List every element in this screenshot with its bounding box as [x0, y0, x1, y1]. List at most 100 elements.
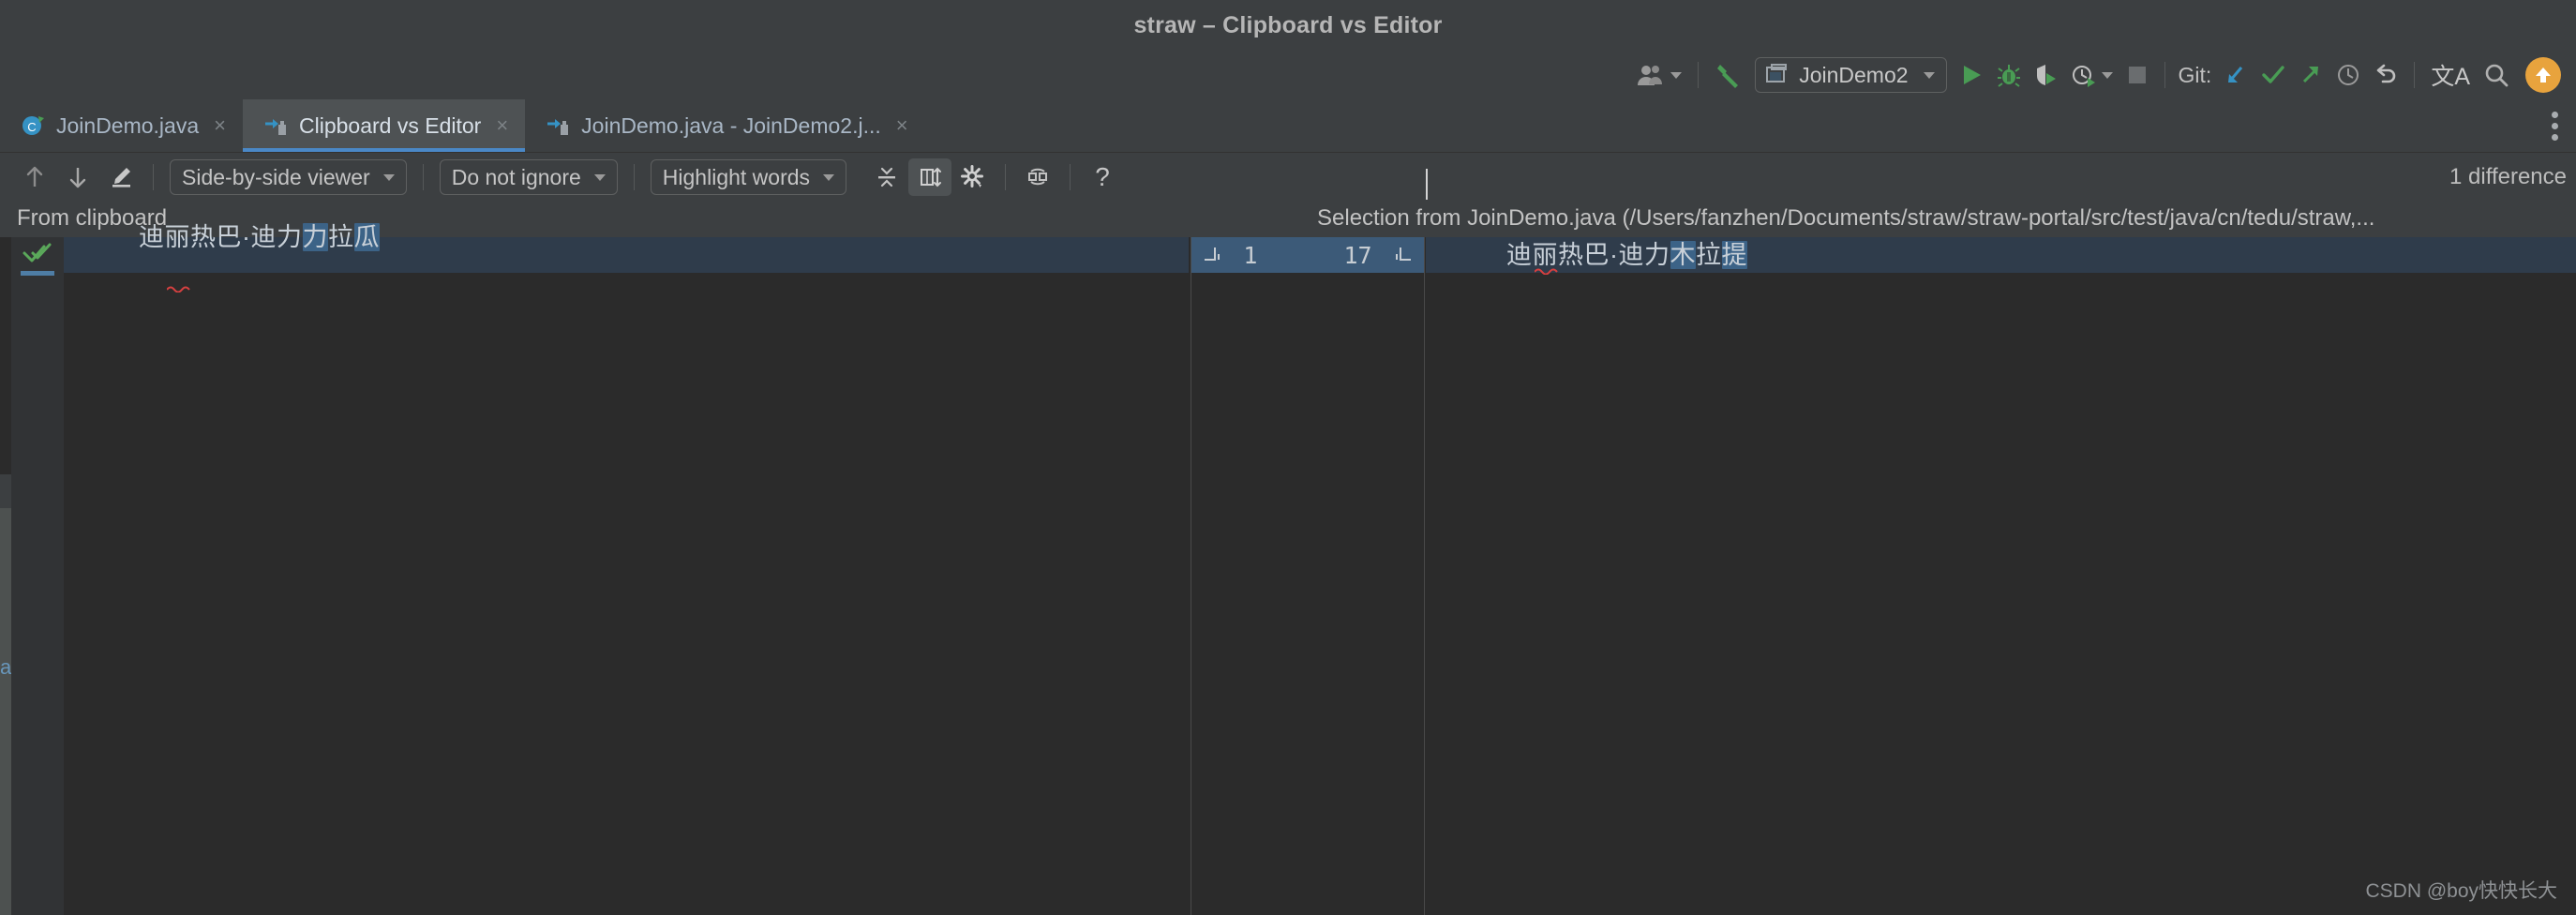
build-hammer-icon: [1715, 61, 1743, 89]
svg-text:C: C: [27, 120, 36, 134]
left-change-marker-gutter: [11, 237, 64, 915]
build-button[interactable]: [1708, 56, 1749, 94]
tab-options-menu-button[interactable]: [2533, 99, 2576, 152]
pane-headers: From clipboard Selection from JoinDemo.j…: [0, 202, 2576, 237]
translate-icon: 文A: [2431, 64, 2470, 90]
run-with-coverage-button[interactable]: [2028, 56, 2065, 94]
java-class-icon: C: [21, 113, 45, 138]
main-toolbar: JoinDemo2 Git: 文A: [0, 51, 2576, 99]
diff-settings-button[interactable]: [951, 158, 995, 196]
chevron-down-icon: [2101, 71, 2113, 79]
close-icon[interactable]: ×: [496, 115, 508, 136]
collapse-unchanged-fragments-button[interactable]: [865, 158, 908, 196]
arrow-up-icon: [23, 165, 46, 189]
ignore-policy-selector[interactable]: Do not ignore: [439, 159, 618, 195]
spellcheck-squiggle-icon: [1535, 196, 1558, 275]
tab-label: JoinDemo.java: [56, 112, 200, 138]
close-icon[interactable]: ×: [896, 115, 908, 136]
diff-icon: [263, 113, 288, 138]
diff-icon: [546, 113, 570, 138]
right-line-number: 17: [1343, 241, 1372, 269]
stop-icon: [2126, 64, 2149, 86]
highlight-policy-selector[interactable]: Highlight words: [650, 159, 847, 195]
git-update-project-button[interactable]: [2217, 56, 2254, 94]
previous-difference-button[interactable]: [13, 158, 56, 196]
spellcheck-squiggle-icon: [167, 214, 190, 292]
git-rollback-icon: [2374, 63, 2398, 87]
more-vertical-icon: [2551, 122, 2558, 129]
editor-tab-bar: C JoinDemo.java × Clipboard vs Editor ×: [0, 99, 2576, 153]
right-diff-pane[interactable]: 迪丽热巴·迪力木拉提: [1426, 169, 2576, 915]
text-caret: [1426, 169, 1428, 200]
left-diff-pane[interactable]: 迪丽热巴·迪力力拉瓜: [11, 223, 1189, 915]
chevron-down-icon: [1670, 71, 1683, 79]
tab-joindemo-java[interactable]: C JoinDemo.java ×: [0, 99, 243, 152]
gear-icon: [961, 165, 985, 189]
toolbar-divider-2: [2164, 62, 2165, 88]
left-line-text: 迪丽热巴·迪力力拉瓜: [64, 184, 381, 326]
profiler-button[interactable]: [2065, 56, 2119, 94]
git-label: Git:: [2178, 62, 2212, 87]
title-bar: straw – Clipboard vs Editor: [0, 0, 2576, 51]
ide-window: straw – Clipboard vs Editor JoinDemo2 Gi…: [0, 0, 2576, 915]
diff-toolbar: Side-by-side viewer Do not ignore Highli…: [0, 153, 2576, 202]
tab-joindemo-java-joindemo2[interactable]: JoinDemo.java - JoinDemo2.j... ×: [525, 99, 924, 152]
left-seg-3: 瓜: [353, 223, 381, 251]
right-seg-3: 提: [1721, 241, 1748, 269]
gutter-change-row[interactable]: 1 17: [1191, 237, 1424, 273]
difference-count-label: 1 difference: [2449, 164, 2567, 189]
watermark-label: CSDN @boy快快长大: [2365, 880, 2557, 902]
diff-range-start-icon: [1202, 245, 1226, 265]
user-group-icon: [1637, 63, 1665, 87]
user-group-button[interactable]: [1630, 56, 1688, 94]
help-button[interactable]: ?: [1081, 158, 1124, 196]
toolbar-divider-1: [1698, 62, 1700, 88]
run-button[interactable]: [1953, 56, 1990, 94]
coverage-shield-icon: [2034, 63, 2059, 87]
debug-button[interactable]: [1990, 56, 2028, 94]
search-icon: [2483, 62, 2509, 88]
stop-button[interactable]: [2119, 56, 2155, 94]
chevron-down-icon: [1923, 71, 1935, 79]
toolbar-divider-3: [2414, 62, 2416, 88]
run-configuration-selector[interactable]: JoinDemo2: [1755, 57, 1947, 93]
tab-label: JoinDemo.java - JoinDemo2.j...: [581, 112, 881, 138]
git-update-project-icon: [2224, 63, 2248, 87]
chevron-down-icon: [382, 173, 395, 181]
close-icon[interactable]: ×: [214, 115, 226, 136]
more-vertical-icon: [2551, 133, 2558, 141]
tab-clipboard-vs-editor[interactable]: Clipboard vs Editor ×: [243, 99, 526, 152]
right-line-text: 迪丽热巴·迪力木拉提: [1426, 166, 1748, 344]
change-range-underline: [21, 271, 54, 276]
background-window-sliver: al: [0, 474, 11, 915]
diff-center-gutter[interactable]: 1 17: [1191, 237, 1425, 915]
tab-label: Clipboard vs Editor: [299, 112, 482, 138]
highlight-policy-label: Highlight words: [662, 164, 811, 189]
git-push-button[interactable]: [2292, 56, 2329, 94]
window-title: straw – Clipboard vs Editor: [1133, 11, 1443, 38]
left-diff-line[interactable]: 迪丽热巴·迪力力拉瓜: [64, 223, 1189, 292]
right-seg-1: 木: [1670, 241, 1697, 269]
updates-available-button[interactable]: [2525, 57, 2561, 93]
git-commit-button[interactable]: [2254, 56, 2292, 94]
left-seg-2: 拉: [328, 223, 354, 251]
accept-change-button[interactable]: [11, 237, 64, 271]
diff-range-end-icon: [1389, 245, 1414, 265]
show-whitespace-button[interactable]: [908, 158, 952, 196]
chevron-down-icon: [593, 173, 606, 181]
left-line-number: 1: [1243, 241, 1258, 269]
right-diff-line[interactable]: 迪丽热巴·迪力木拉提: [1426, 169, 2576, 275]
run-configuration-icon: [1765, 64, 1790, 86]
translate-button[interactable]: 文A: [2424, 56, 2477, 94]
synchronize-icon: [1026, 165, 1050, 189]
diff-toolbar-divider-3: [633, 164, 635, 190]
synchronize-button[interactable]: [1016, 158, 1059, 196]
git-history-button[interactable]: [2329, 56, 2367, 94]
search-everywhere-button[interactable]: [2477, 56, 2516, 94]
left-seg-1: 力: [302, 223, 329, 251]
run-icon: [1959, 63, 1984, 87]
chevron-down-icon: [823, 173, 835, 181]
git-rollback-button[interactable]: [2367, 56, 2404, 94]
show-whitespace-icon: [918, 165, 942, 189]
git-push-icon: [2299, 63, 2323, 87]
